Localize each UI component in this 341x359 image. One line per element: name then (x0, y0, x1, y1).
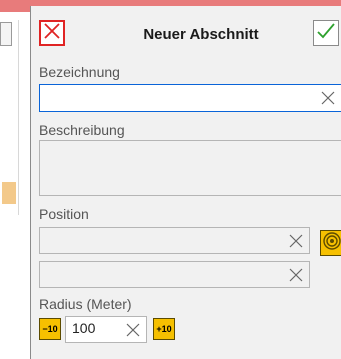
background-app (0, 0, 30, 359)
locate-position-button[interactable] (320, 230, 341, 256)
position-label: Position (39, 206, 89, 222)
increase-radius-button[interactable]: +10 (153, 318, 175, 340)
decrease-radius-button[interactable]: −10 (39, 318, 61, 340)
clear-icon[interactable] (125, 322, 141, 338)
clear-icon[interactable] (320, 90, 336, 106)
description-textarea[interactable] (39, 140, 341, 196)
check-icon (317, 22, 335, 44)
close-button[interactable] (39, 20, 65, 46)
clear-icon[interactable] (288, 233, 304, 249)
radius-label: Radius (Meter) (39, 296, 132, 312)
new-section-dialog: Neuer Abschnitt Bezeichnung Beschreibung… (30, 6, 341, 359)
background-strip (0, 0, 30, 12)
radius-value: 100 (72, 320, 96, 336)
background-divider (18, 20, 19, 215)
close-icon (44, 22, 60, 44)
clear-icon[interactable] (288, 267, 304, 283)
dialog-title: Neuer Abschnitt (143, 26, 259, 43)
radius-input[interactable]: 100 (65, 316, 147, 343)
position-input-1[interactable] (39, 227, 310, 254)
background-box (0, 22, 12, 46)
description-label: Beschreibung (39, 122, 125, 138)
position-input-2[interactable] (39, 261, 310, 288)
ok-button[interactable] (313, 20, 339, 46)
target-icon (322, 231, 341, 256)
name-label: Bezeichnung (39, 64, 120, 80)
name-input[interactable] (39, 84, 341, 112)
background-highlight (2, 182, 16, 204)
